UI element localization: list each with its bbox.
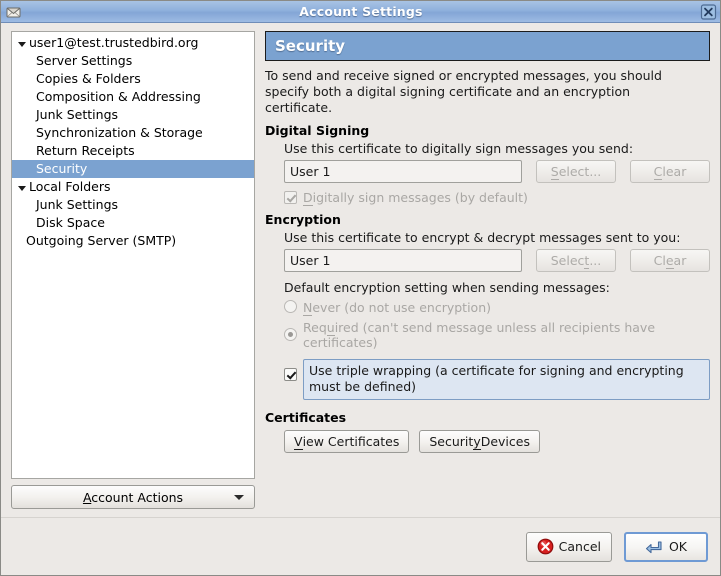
ok-label: OK — [668, 539, 688, 554]
mnemonic-letter: S — [550, 163, 559, 180]
mnemonic-letter: y — [473, 433, 481, 450]
tree-item-label: Security — [36, 161, 88, 176]
encryption-certificate-input[interactable] — [284, 249, 522, 272]
digital-signing-field-row: Select... Clear — [284, 160, 710, 183]
cancel-label: Cancel — [558, 539, 601, 554]
tree-item-label: Composition & Addressing — [36, 89, 201, 104]
tree-item-user1-test-trustedbird-org[interactable]: user1@test.trustedbird.org — [12, 34, 254, 52]
signing-certificate-input[interactable] — [284, 160, 522, 183]
encryption-option-never-radio — [284, 300, 297, 313]
tree-item-label: Return Receipts — [36, 143, 135, 158]
ok-button[interactable]: OK — [624, 531, 708, 562]
mnemonic-letter: u — [326, 320, 335, 336]
signing-select-button: Select... — [536, 160, 616, 183]
digitally-sign-checkbox-row: Digitally sign messages (by default) — [284, 190, 710, 206]
encryption-option-never-row: Never (do not use encryption) — [284, 300, 684, 316]
certificates-heading: Certificates — [265, 410, 347, 425]
encryption-option-required-label: Required (can't send message unless all … — [303, 320, 656, 350]
digitally-sign-checkbox — [284, 191, 297, 204]
window-title: Account Settings — [299, 4, 423, 19]
account-settings-window: Account Settings user1@test.trustedbird.… — [0, 0, 721, 576]
encryption-clear-button: Cl e ar — [630, 249, 710, 272]
encryption-field-row: Select... Clear — [284, 249, 710, 272]
tree-item-disk-space[interactable]: Disk Space — [12, 214, 254, 232]
mnemonic-letter: t — [584, 252, 590, 269]
triple-wrapping-checkbox[interactable] — [284, 368, 297, 381]
cancel-button[interactable]: Cancel — [525, 531, 612, 562]
mnemonic-letter: e — [665, 252, 674, 269]
tree-item-label: Local Folders — [29, 179, 111, 194]
tree-item-label: Server Settings — [36, 53, 133, 68]
tree-item-return-receipts[interactable]: Return Receipts — [12, 142, 254, 160]
signing-clear-button: Clear — [630, 160, 710, 183]
mail-envelope-icon — [5, 4, 22, 20]
account-actions-button[interactable]: Account Actions — [11, 485, 255, 509]
encryption-heading: Encryption — [265, 212, 341, 227]
digitally-sign-label: Digitally sign messages (by default) — [303, 190, 528, 206]
certificates-button-row: View Certificates Securit y Devices — [284, 430, 710, 453]
tree-item-label: user1@test.trustedbird.org — [29, 35, 199, 50]
triple-wrapping-label[interactable]: Use triple wrapping (a certificate for s… — [303, 359, 710, 400]
security-devices-button[interactable]: Securit y Devices — [419, 430, 540, 453]
intro-text: To send and receive signed or encrypted … — [265, 68, 662, 115]
tree-item-label: Junk Settings — [36, 107, 119, 122]
tree-item-label: Disk Space — [36, 215, 105, 230]
mnemonic-letter: D — [303, 190, 313, 206]
dialog-footer: Cancel OK — [1, 517, 720, 575]
security-panel: Security To send and receive signed or e… — [265, 31, 710, 509]
tree-item-label: Synchronization & Storage — [36, 125, 203, 140]
sidebar: user1@test.trustedbird.org Server Setting… — [11, 31, 255, 509]
account-actions-label: Account Actions — [82, 489, 184, 505]
tree-item-composition-addressing[interactable]: Composition & Addressing — [12, 88, 254, 106]
encryption-description: Use this certificate to encrypt & decryp… — [284, 230, 681, 245]
tree-item-local-folders[interactable]: Local Folders — [12, 178, 254, 196]
page-title: Security — [265, 31, 710, 61]
tree-item-server-settings[interactable]: Server Settings — [12, 52, 254, 70]
tree-item-copies-folders[interactable]: Copies & Folders — [12, 70, 254, 88]
digital-signing-heading: Digital Signing — [265, 123, 370, 138]
tree-item-label: Outgoing Server (SMTP) — [26, 233, 177, 248]
close-icon[interactable] — [700, 3, 717, 20]
encryption-select-button: Selec t... — [536, 249, 616, 272]
account-tree[interactable]: user1@test.trustedbird.org Server Setting… — [11, 31, 255, 479]
tree-item-junk-settings[interactable]: Junk Settings — [12, 196, 254, 214]
triple-wrapping-row[interactable]: Use triple wrapping (a certificate for s… — [284, 359, 710, 400]
encryption-option-required-radio — [284, 328, 297, 341]
twisty-expanded-icon[interactable] — [17, 38, 28, 49]
mnemonic-letter: A — [82, 489, 92, 505]
tree-item-synchronization-storage[interactable]: Synchronization & Storage — [12, 124, 254, 142]
title-bar: Account Settings — [1, 1, 720, 23]
default-encryption-label: Default encryption setting when sending … — [284, 280, 610, 295]
cancel-circle-icon — [537, 538, 554, 555]
tree-item-junk-settings[interactable]: Junk Settings — [12, 106, 254, 124]
tree-item-label: Junk Settings — [36, 197, 119, 212]
mnemonic-letter: N — [303, 300, 313, 316]
mnemonic-letter: V — [294, 433, 303, 450]
chevron-down-icon — [234, 495, 244, 500]
encryption-option-required-row: Required (can't send message unless all … — [284, 320, 684, 350]
dialog-body: user1@test.trustedbird.org Server Setting… — [1, 23, 720, 509]
enter-arrow-icon — [645, 539, 664, 555]
tree-item-security[interactable]: Security — [12, 160, 254, 178]
twisty-expanded-icon[interactable] — [17, 182, 28, 193]
view-certificates-button[interactable]: View Certificates — [284, 430, 410, 453]
mnemonic-letter: C — [653, 163, 663, 180]
encryption-option-never-label: Never (do not use encryption) — [303, 300, 492, 316]
tree-item-outgoing-server-smtp[interactable]: Outgoing Server (SMTP) — [12, 232, 254, 250]
tree-item-label: Copies & Folders — [36, 71, 141, 86]
digital-signing-description: Use this certificate to digitally sign m… — [284, 141, 634, 156]
